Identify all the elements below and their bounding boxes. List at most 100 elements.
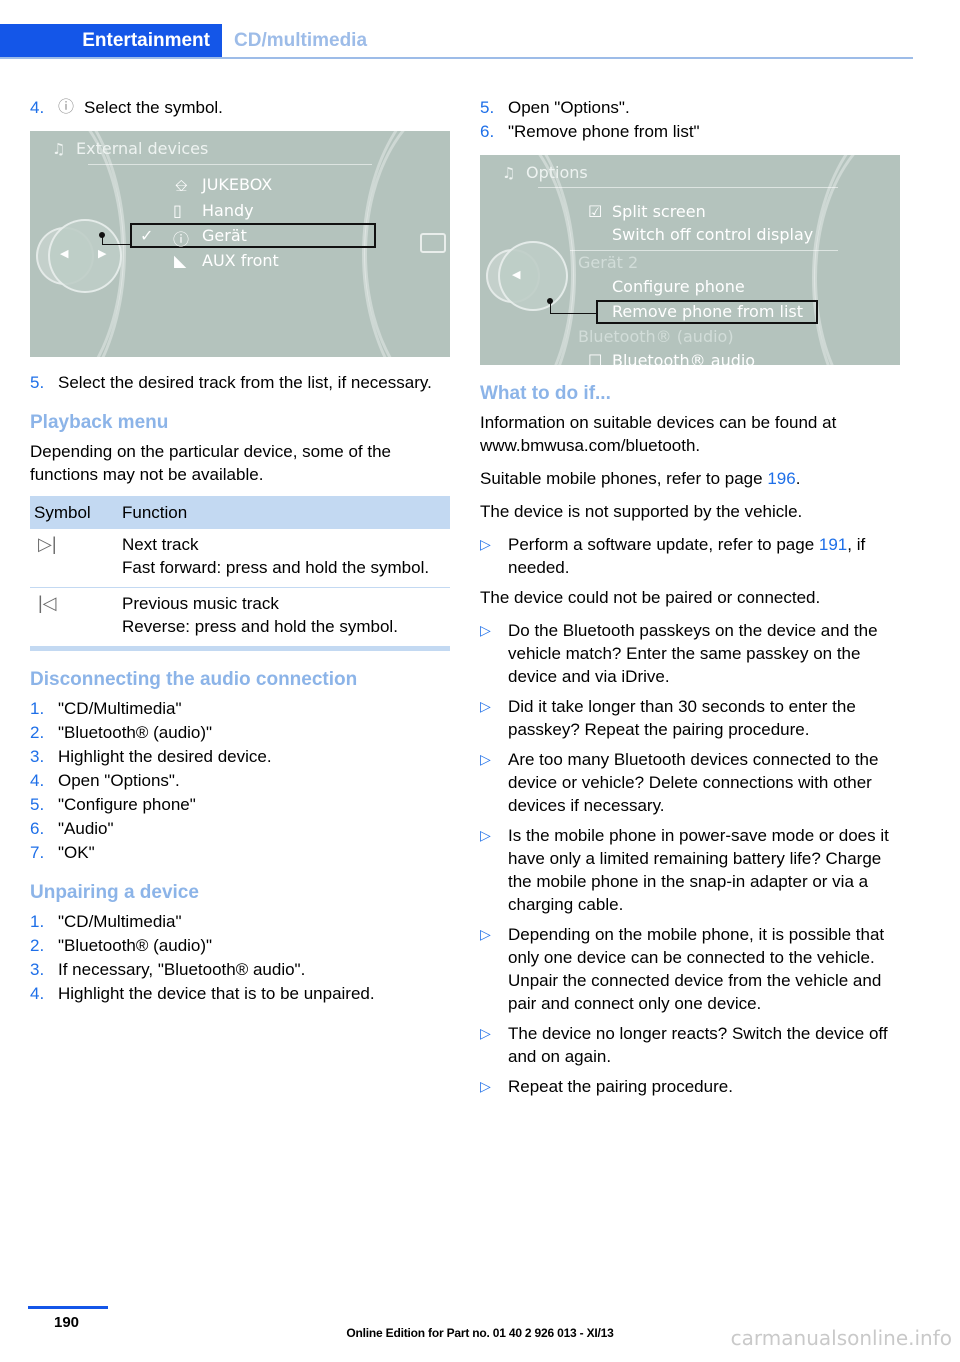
step-number: 5. — [30, 373, 45, 392]
page-reference-link[interactable]: 196 — [767, 469, 795, 488]
step-text: "CD/Multimedia" — [58, 698, 182, 718]
bullet-text: Perform a software update, refer to page — [508, 535, 819, 554]
para-text: . — [795, 469, 801, 488]
list-item[interactable]: Switch off control display — [612, 225, 813, 244]
triangle-bullet-icon: ▷ — [480, 827, 491, 843]
triangle-bullet-icon: ▷ — [480, 1025, 491, 1041]
step-text: Select the desired track from the list, … — [58, 373, 432, 392]
idrive-screen-title: Options — [526, 163, 588, 182]
heading-playback-menu: Playback menu — [30, 412, 169, 433]
list-item: 6. "Audio" — [30, 817, 450, 840]
list-item[interactable]: Configure phone — [612, 277, 745, 296]
list-item: 5. Open "Options". — [480, 96, 900, 119]
step-text: Highlight the desired device. — [58, 746, 272, 766]
what-to-do-para-4: The device could not be paired or connec… — [480, 588, 821, 607]
step-text: "Bluetooth® (audio)" — [58, 722, 213, 742]
step-number: 4. — [30, 770, 45, 790]
list-item: ▷ Did it take longer than 30 seconds to … — [480, 695, 900, 741]
selection-highlight — [130, 223, 376, 248]
callout-line — [550, 301, 597, 314]
step-text: "Remove phone from list" — [508, 122, 700, 141]
list-item[interactable]: Bluetooth® audio — [612, 351, 755, 365]
list-item: ▷ Is the mobile phone in power-save mode… — [480, 824, 900, 916]
chevron-left-icon: ◀ — [512, 268, 521, 281]
table-bottom-rule — [30, 645, 450, 651]
step-number: 7. — [30, 842, 45, 862]
playback-symbol-table: Symbol Function ▷| Next track Fast forwa… — [30, 496, 450, 651]
table-header-row: Symbol Function — [30, 496, 450, 529]
list-item: 2. "Bluetooth® (audio)" — [30, 721, 450, 744]
list-item[interactable]: JUKEBOX — [202, 175, 272, 194]
idrive-side-button — [420, 233, 446, 253]
tab-entertainment[interactable]: Entertainment — [0, 24, 222, 58]
callout-dot — [547, 298, 553, 304]
section-divider — [570, 250, 838, 251]
media-note-icon: ♫ — [52, 140, 66, 158]
chevron-right-icon: ▶ — [98, 247, 107, 260]
phone-icon: ▯ — [173, 201, 182, 220]
list-item: ▷ The device no longer reacts? Switch th… — [480, 1022, 900, 1068]
list-item[interactable]: Remove phone from list — [612, 302, 803, 321]
list-item[interactable]: Gerät — [202, 226, 247, 245]
right-column: 5. Open "Options". 6. "Remove phone from… — [480, 96, 900, 1105]
triangle-bullet-icon: ▷ — [480, 1078, 491, 1094]
table-row: |◁ Previous music track Reverse: press a… — [30, 588, 450, 647]
list-item: 4. Highlight the device that is to be un… — [30, 982, 450, 1005]
step-number: 5. — [30, 794, 45, 814]
title-divider — [88, 164, 372, 165]
step-number: 4. — [30, 98, 45, 117]
checkbox-checked-icon[interactable]: ☑ — [588, 202, 602, 221]
list-item[interactable]: Split screen — [612, 202, 706, 221]
idrive-screenshot-options: ♫ Options ◀ ☑ Split screen Switch off co… — [480, 155, 900, 365]
list-item: 6. "Remove phone from list" — [480, 120, 900, 143]
list-item: ▷ Do the Bluetooth passkeys on the devic… — [480, 619, 900, 688]
idrive-screen-title: External devices — [76, 139, 209, 158]
idrive-screenshot-external-devices: ♫ External devices ◀ ▶ ⎒ JUKEBOX ▯ Handy… — [30, 131, 450, 357]
usb-icon: ⎒ — [175, 176, 188, 195]
callout-dot — [99, 232, 105, 238]
previous-track-icon: |◁ — [38, 593, 57, 613]
column-header-symbol: Symbol — [34, 503, 91, 522]
tab-cd-multimedia[interactable]: CD/multimedia — [234, 24, 367, 58]
step-text: "Configure phone" — [58, 794, 196, 814]
step-text: Select the symbol. — [84, 98, 223, 117]
step-number: 6. — [480, 122, 495, 141]
bullet-text: Did it take longer than 30 seconds to en… — [508, 697, 856, 739]
left-column: 4. ⓘ Select the symbol. ♫ External devic… — [30, 96, 450, 1006]
step-number: 1. — [30, 698, 45, 718]
list-item: 2. "Bluetooth® (audio)" — [30, 934, 450, 957]
playback-menu-intro: Depending on the particular device, some… — [30, 442, 392, 484]
list-item[interactable]: Handy — [202, 201, 254, 220]
triangle-bullet-icon: ▷ — [480, 926, 491, 942]
list-item: ▷ Repeat the pairing procedure. — [480, 1075, 900, 1098]
step-number: 3. — [30, 959, 45, 979]
triangle-bullet-icon: ▷ — [480, 698, 491, 714]
step-text: "Bluetooth® (audio)" — [58, 935, 213, 955]
step-text: "CD/Multimedia" — [58, 911, 182, 931]
step-number: 3. — [30, 746, 45, 766]
page-reference-link[interactable]: 191 — [819, 535, 847, 554]
list-item: ▷ Are too many Bluetooth devices connect… — [480, 748, 900, 817]
step-text: Open "Options". — [508, 98, 630, 117]
page-header: Entertainment CD/multimedia — [0, 24, 960, 58]
list-group-label: Bluetooth® (audio) — [578, 327, 734, 346]
aux-plug-icon: ◣ — [174, 251, 187, 270]
bullet-text: Are too many Bluetooth devices connected… — [508, 750, 879, 815]
table-cell-line: Previous music track — [122, 594, 279, 613]
para-text: Suitable mobile phones, refer to page — [480, 469, 768, 488]
bluetooth-icon: ⓘ — [173, 230, 190, 249]
bullet-text: Do the Bluetooth passkeys on the device … — [508, 621, 878, 686]
triangle-bullet-icon: ▷ — [480, 751, 491, 767]
disconnecting-steps: 1. "CD/Multimedia" 2. "Bluetooth® (audio… — [30, 697, 450, 864]
heading-disconnecting-audio: Disconnecting the audio connection — [30, 668, 358, 690]
list-item[interactable]: AUX front — [202, 251, 279, 270]
checkbox-unchecked-icon[interactable]: ☐ — [588, 351, 602, 365]
list-group-label: Gerät 2 — [578, 253, 639, 272]
step-number: 6. — [30, 818, 45, 838]
callout-line — [102, 235, 131, 245]
what-to-do-para-3: The device is not supported by the vehic… — [480, 502, 803, 521]
list-item: ▷ Perform a software update, refer to pa… — [480, 533, 900, 579]
heading-what-to-do-if: What to do if... — [480, 383, 611, 404]
step-number: 2. — [30, 722, 45, 742]
list-item: 3. Highlight the desired device. — [30, 745, 450, 768]
